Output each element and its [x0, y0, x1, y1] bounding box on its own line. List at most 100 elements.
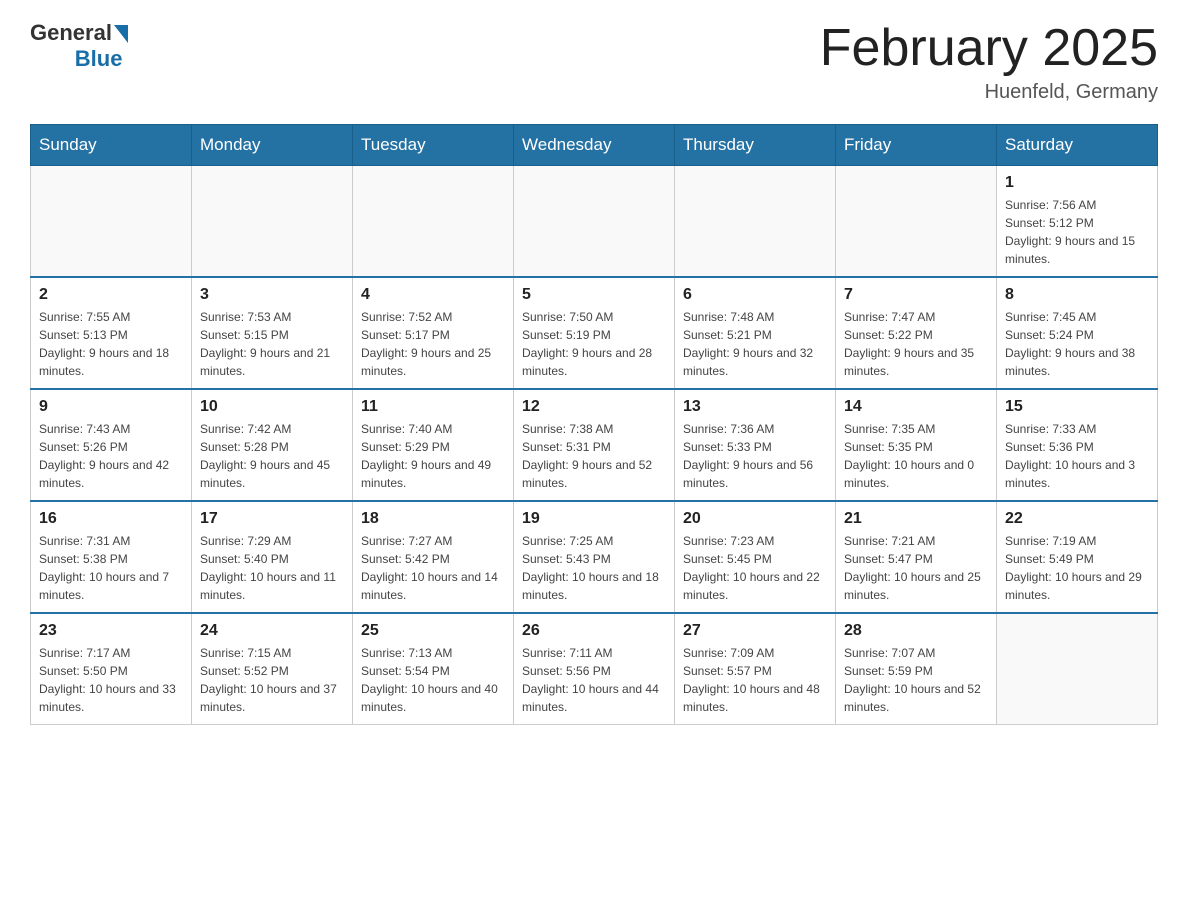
- calendar-cell: 4Sunrise: 7:52 AMSunset: 5:17 PMDaylight…: [353, 277, 514, 389]
- day-number: 10: [200, 398, 344, 416]
- day-number: 27: [683, 622, 827, 640]
- calendar-cell: 3 Sunrise: 7:53 AMSunset: 5:15 PMDaylight…: [192, 277, 353, 389]
- day-number: 20: [683, 510, 827, 528]
- calendar-cell: 25 Sunrise: 7:13 AMSunset: 5:54 PMDayligh…: [353, 613, 514, 725]
- calendar-cell: [514, 166, 675, 278]
- calendar-week-row: 16 Sunrise: 7:31 AMSunset: 5:38 PMDayligh…: [31, 501, 1158, 613]
- day-number: 21: [844, 510, 988, 528]
- calendar-cell: 17 Sunrise: 7:29 AMSunset: 5:40 PMDayligh…: [192, 501, 353, 613]
- calendar-cell: 16 Sunrise: 7:31 AMSunset: 5:38 PMDayligh…: [31, 501, 192, 613]
- calendar-header-row: SundayMondayTuesdayWednesdayThursdayFrid…: [31, 125, 1158, 166]
- calendar-week-row: 23 Sunrise: 7:17 AMSunset: 5:50 PMDayligh…: [31, 613, 1158, 725]
- calendar-cell: 10 Sunrise: 7:42 AMSunset: 5:28 PMDayligh…: [192, 389, 353, 501]
- calendar-cell: [675, 166, 836, 278]
- day-info: Sunrise: 7:35 AMSunset: 5:35 PMDaylight:…: [844, 420, 988, 492]
- day-number: 26: [522, 622, 666, 640]
- day-number: 11: [361, 398, 505, 416]
- day-number: 3: [200, 286, 344, 304]
- logo-arrow-icon: [114, 25, 128, 43]
- day-number: 19: [522, 510, 666, 528]
- calendar-cell: 18 Sunrise: 7:27 AMSunset: 5:42 PMDayligh…: [353, 501, 514, 613]
- logo-spacer: [30, 46, 73, 72]
- day-info: Sunrise: 7:29 AMSunset: 5:40 PMDaylight:…: [200, 532, 344, 604]
- calendar-cell: 20 Sunrise: 7:23 AMSunset: 5:45 PMDayligh…: [675, 501, 836, 613]
- calendar-cell: 1 Sunrise: 7:56 AMSunset: 5:12 PMDaylight…: [997, 166, 1158, 278]
- day-info: Sunrise: 7:47 AMSunset: 5:22 PMDaylight:…: [844, 308, 988, 380]
- weekday-header-thursday: Thursday: [675, 125, 836, 166]
- calendar-cell: 15 Sunrise: 7:33 AMSunset: 5:36 PMDayligh…: [997, 389, 1158, 501]
- day-number: 5: [522, 286, 666, 304]
- day-info: Sunrise: 7:43 AMSunset: 5:26 PMDaylight:…: [39, 420, 183, 492]
- day-number: 24: [200, 622, 344, 640]
- day-number: 25: [361, 622, 505, 640]
- calendar-cell: 19Sunrise: 7:25 AMSunset: 5:43 PMDayligh…: [514, 501, 675, 613]
- calendar-cell: 8Sunrise: 7:45 AMSunset: 5:24 PMDaylight…: [997, 277, 1158, 389]
- logo-blue-text: Blue: [75, 46, 123, 72]
- calendar-cell: 5 Sunrise: 7:50 AMSunset: 5:19 PMDaylight…: [514, 277, 675, 389]
- calendar-cell: 27Sunrise: 7:09 AMSunset: 5:57 PMDayligh…: [675, 613, 836, 725]
- weekday-header-friday: Friday: [836, 125, 997, 166]
- calendar-cell: [31, 166, 192, 278]
- day-info: Sunrise: 7:56 AMSunset: 5:12 PMDaylight:…: [1005, 196, 1149, 268]
- calendar-cell: 22Sunrise: 7:19 AMSunset: 5:49 PMDayligh…: [997, 501, 1158, 613]
- title-section: February 2025 Huenfeld, Germany: [820, 20, 1158, 104]
- page-header: General Blue February 2025 Huenfeld, Ger…: [30, 20, 1158, 104]
- weekday-header-saturday: Saturday: [997, 125, 1158, 166]
- weekday-header-monday: Monday: [192, 125, 353, 166]
- calendar-cell: 28Sunrise: 7:07 AMSunset: 5:59 PMDayligh…: [836, 613, 997, 725]
- day-number: 7: [844, 286, 988, 304]
- day-number: 1: [1005, 174, 1149, 192]
- calendar-week-row: 9 Sunrise: 7:43 AMSunset: 5:26 PMDaylight…: [31, 389, 1158, 501]
- day-number: 12: [522, 398, 666, 416]
- calendar-cell: [997, 613, 1158, 725]
- calendar-cell: 2Sunrise: 7:55 AMSunset: 5:13 PMDaylight…: [31, 277, 192, 389]
- logo: General Blue: [30, 20, 128, 72]
- day-info: Sunrise: 7:42 AMSunset: 5:28 PMDaylight:…: [200, 420, 344, 492]
- day-info: Sunrise: 7:27 AMSunset: 5:42 PMDaylight:…: [361, 532, 505, 604]
- weekday-header-sunday: Sunday: [31, 125, 192, 166]
- calendar-cell: 13 Sunrise: 7:36 AMSunset: 5:33 PMDayligh…: [675, 389, 836, 501]
- day-info: Sunrise: 7:33 AMSunset: 5:36 PMDaylight:…: [1005, 420, 1149, 492]
- day-info: Sunrise: 7:48 AMSunset: 5:21 PMDaylight:…: [683, 308, 827, 380]
- weekday-header-wednesday: Wednesday: [514, 125, 675, 166]
- calendar-cell: 7 Sunrise: 7:47 AMSunset: 5:22 PMDaylight…: [836, 277, 997, 389]
- location-label: Huenfeld, Germany: [820, 81, 1158, 104]
- calendar-cell: 6Sunrise: 7:48 AMSunset: 5:21 PMDaylight…: [675, 277, 836, 389]
- day-info: Sunrise: 7:21 AMSunset: 5:47 PMDaylight:…: [844, 532, 988, 604]
- day-info: Sunrise: 7:11 AMSunset: 5:56 PMDaylight:…: [522, 644, 666, 716]
- calendar-cell: 24 Sunrise: 7:15 AMSunset: 5:52 PMDayligh…: [192, 613, 353, 725]
- day-info: Sunrise: 7:13 AMSunset: 5:54 PMDaylight:…: [361, 644, 505, 716]
- day-info: Sunrise: 7:31 AMSunset: 5:38 PMDaylight:…: [39, 532, 183, 604]
- day-number: 13: [683, 398, 827, 416]
- weekday-header-tuesday: Tuesday: [353, 125, 514, 166]
- calendar-cell: [836, 166, 997, 278]
- day-info: Sunrise: 7:40 AMSunset: 5:29 PMDaylight:…: [361, 420, 505, 492]
- day-number: 8: [1005, 286, 1149, 304]
- day-number: 14: [844, 398, 988, 416]
- calendar-cell: 11 Sunrise: 7:40 AMSunset: 5:29 PMDayligh…: [353, 389, 514, 501]
- day-info: Sunrise: 7:17 AMSunset: 5:50 PMDaylight:…: [39, 644, 183, 716]
- calendar-cell: 14 Sunrise: 7:35 AMSunset: 5:35 PMDayligh…: [836, 389, 997, 501]
- day-number: 17: [200, 510, 344, 528]
- day-number: 23: [39, 622, 183, 640]
- day-info: Sunrise: 7:53 AMSunset: 5:15 PMDaylight:…: [200, 308, 344, 380]
- day-info: Sunrise: 7:36 AMSunset: 5:33 PMDaylight:…: [683, 420, 827, 492]
- logo-general-text: General: [30, 20, 112, 46]
- month-title: February 2025: [820, 20, 1158, 77]
- day-number: 18: [361, 510, 505, 528]
- calendar-week-row: 2Sunrise: 7:55 AMSunset: 5:13 PMDaylight…: [31, 277, 1158, 389]
- calendar-cell: 26 Sunrise: 7:11 AMSunset: 5:56 PMDayligh…: [514, 613, 675, 725]
- day-info: Sunrise: 7:15 AMSunset: 5:52 PMDaylight:…: [200, 644, 344, 716]
- calendar-cell: 23 Sunrise: 7:17 AMSunset: 5:50 PMDayligh…: [31, 613, 192, 725]
- calendar-week-row: 1 Sunrise: 7:56 AMSunset: 5:12 PMDaylight…: [31, 166, 1158, 278]
- day-info: Sunrise: 7:38 AMSunset: 5:31 PMDaylight:…: [522, 420, 666, 492]
- calendar-cell: 9 Sunrise: 7:43 AMSunset: 5:26 PMDaylight…: [31, 389, 192, 501]
- day-number: 9: [39, 398, 183, 416]
- day-number: 16: [39, 510, 183, 528]
- day-info: Sunrise: 7:07 AMSunset: 5:59 PMDaylight:…: [844, 644, 988, 716]
- day-number: 22: [1005, 510, 1149, 528]
- day-number: 15: [1005, 398, 1149, 416]
- day-info: Sunrise: 7:23 AMSunset: 5:45 PMDaylight:…: [683, 532, 827, 604]
- day-info: Sunrise: 7:55 AMSunset: 5:13 PMDaylight:…: [39, 308, 183, 380]
- day-info: Sunrise: 7:50 AMSunset: 5:19 PMDaylight:…: [522, 308, 666, 380]
